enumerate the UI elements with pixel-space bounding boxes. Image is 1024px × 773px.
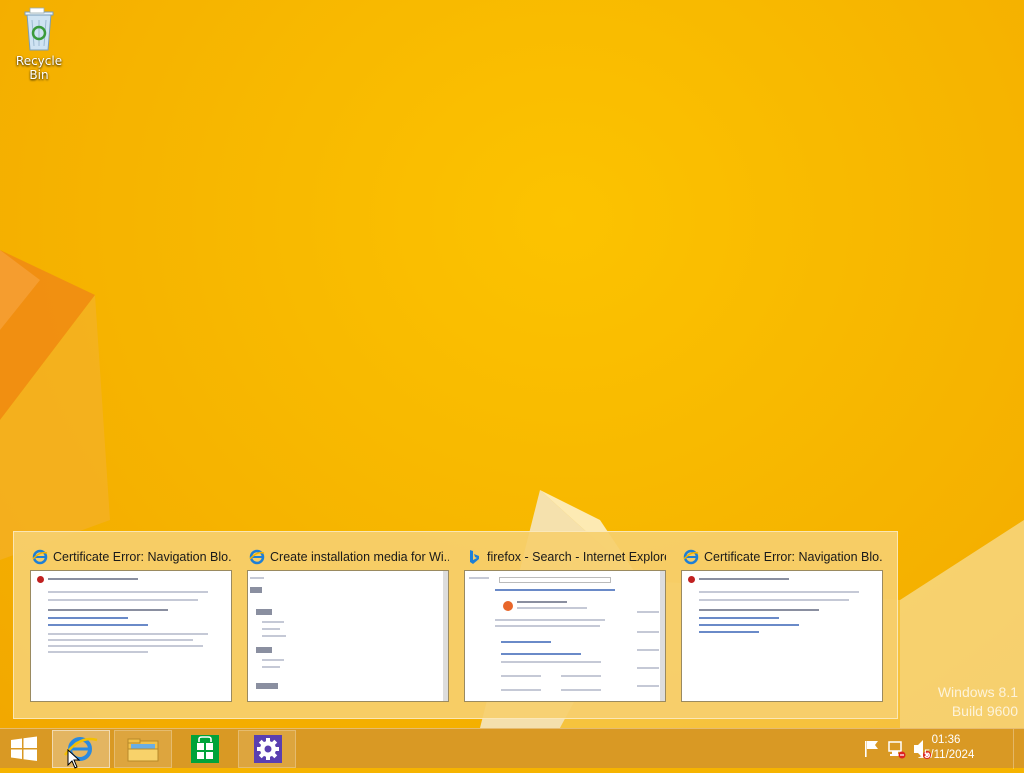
taskbar: 01:36 15/11/2024 bbox=[0, 728, 1024, 769]
tray-clock[interactable]: 01:36 15/11/2024 bbox=[916, 733, 976, 763]
thumbnail-title-text-3: firefox - Search - Internet Explorer bbox=[487, 550, 666, 564]
ie-icon bbox=[32, 549, 48, 565]
ie-icon bbox=[64, 737, 98, 761]
settings-button[interactable] bbox=[238, 730, 296, 768]
clock-date: 15/11/2024 bbox=[917, 749, 975, 761]
internet-explorer-button[interactable] bbox=[52, 730, 110, 769]
thumbnail-title-3: firefox - Search - Internet Explorer bbox=[466, 548, 666, 566]
store-icon bbox=[191, 735, 219, 763]
thumbnail-title-text-4: Certificate Error: Navigation Blo... bbox=[704, 550, 883, 564]
ie-icon bbox=[683, 549, 699, 565]
action-center-tray[interactable] bbox=[862, 729, 884, 769]
recycle-bin-icon bbox=[24, 7, 54, 51]
folder-icon bbox=[127, 738, 159, 762]
taskbar-thumbnail-strip: Certificate Error: Navigation Blo... Cre… bbox=[13, 531, 898, 719]
gear-icon bbox=[254, 735, 282, 763]
window-thumbnail-1[interactable]: Certificate Error: Navigation Blo... bbox=[14, 532, 232, 720]
windows-version-watermark: Windows 8.1 Build 9600 bbox=[938, 684, 1018, 719]
store-button[interactable] bbox=[176, 730, 234, 768]
thumbnail-preview-4 bbox=[681, 570, 883, 702]
watermark-line-1: Windows 8.1 bbox=[937, 684, 1018, 700]
network-tray[interactable] bbox=[886, 729, 908, 769]
recycle-bin-shortcut[interactable]: Recycle Bin bbox=[6, 6, 72, 82]
thumbnail-title-text-2: Create installation media for Wi... bbox=[270, 550, 449, 564]
thumbnail-title-4: Certificate Error: Navigation Blo... bbox=[683, 548, 883, 566]
window-thumbnail-2[interactable]: Create installation media for Wi... bbox=[231, 532, 449, 720]
action-center-flag-icon bbox=[865, 741, 878, 757]
windows-logo-icon bbox=[11, 736, 37, 761]
ie-icon bbox=[249, 549, 265, 565]
bing-icon bbox=[470, 550, 479, 564]
recycle-bin-label: Recycle Bin bbox=[15, 54, 63, 82]
thumbnail-title-1: Certificate Error: Navigation Blo... bbox=[32, 548, 232, 566]
thumbnail-title-2: Create installation media for Wi... bbox=[249, 548, 449, 566]
thumbnail-preview-2 bbox=[247, 570, 449, 702]
thumbnail-preview-1 bbox=[30, 570, 232, 702]
window-thumbnail-4[interactable]: Certificate Error: Navigation Blo... bbox=[665, 532, 883, 720]
watermark-line-2: Build 9600 bbox=[951, 703, 1018, 719]
file-explorer-button[interactable] bbox=[114, 730, 172, 768]
show-desktop-button[interactable] bbox=[1013, 729, 1024, 769]
thumbnail-preview-3 bbox=[464, 570, 666, 702]
network-icon bbox=[888, 741, 906, 759]
clock-time: 01:36 bbox=[931, 734, 961, 746]
start-button[interactable] bbox=[0, 730, 48, 768]
thumbnail-title-text-1: Certificate Error: Navigation Blo... bbox=[53, 550, 232, 564]
window-thumbnail-3[interactable]: firefox - Search - Internet Explorer bbox=[448, 532, 666, 720]
mouse-cursor-icon bbox=[67, 749, 81, 769]
